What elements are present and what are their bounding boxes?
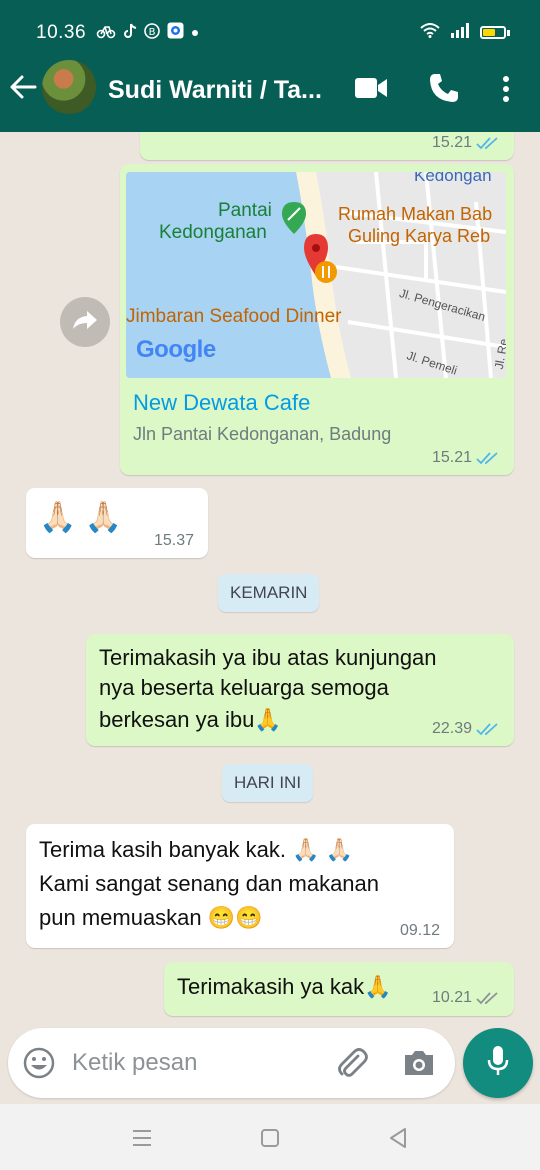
message-input[interactable]: [72, 1045, 322, 1081]
message-meta: 10.21: [432, 989, 500, 1007]
message-line: Kami sangat senang dan makanan: [39, 871, 380, 896]
read-ticks-icon: [476, 723, 498, 736]
bike-icon: [96, 23, 116, 44]
message-composer: [8, 1028, 455, 1098]
map-label: Jimbaran Seafood Dinner: [126, 306, 342, 327]
date-separator: KEMARIN: [218, 574, 320, 612]
chat-messages[interactable]: 15.21 Kedongan Pantai Kedonganan Rumah M…: [0, 132, 540, 1022]
contact-avatar[interactable]: [42, 60, 96, 114]
place-name[interactable]: New Dewata Cafe: [133, 390, 310, 416]
read-ticks-icon: [476, 452, 498, 465]
forward-icon: [72, 309, 98, 336]
delivered-ticks-icon: [476, 992, 498, 1005]
system-navigation-bar: [0, 1104, 540, 1170]
date-separator: HARI INI: [222, 764, 314, 802]
message-time: 15.21: [431, 134, 472, 151]
status-time: 10.36: [36, 22, 87, 43]
message-outgoing[interactable]: Terimakasih ya ibu atas kunjungan nya be…: [86, 634, 514, 746]
status-bar: 10.36 B: [0, 0, 540, 48]
map-label: Kedongan: [414, 172, 492, 185]
message-line: Terima kasih banyak kak. 🙏🏻 🙏🏻: [39, 837, 354, 862]
battery-icon: [480, 26, 506, 39]
notification-icons: B: [96, 22, 199, 44]
google-logo: Google: [136, 336, 216, 363]
map-label: Guling Karya Reb: [348, 226, 491, 246]
recent-apps-icon[interactable]: [130, 1126, 154, 1150]
microphone-icon: [486, 1045, 510, 1082]
chat-header: Sudi Warniti / Ta...: [0, 48, 540, 132]
message-time: 10.21: [431, 989, 472, 1006]
message-meta: 15.21: [432, 134, 500, 152]
more-options-icon[interactable]: [496, 74, 516, 104]
back-nav-icon[interactable]: [386, 1126, 410, 1150]
message-text: Terimakasih ya kak🙏: [177, 974, 392, 999]
restaurant-marker-icon: [315, 261, 337, 283]
contact-name[interactable]: Sudi Warniti / Ta...: [108, 76, 322, 105]
message-meta: 15.37: [154, 532, 194, 550]
svg-text:B: B: [149, 27, 156, 38]
message-incoming[interactable]: 🙏🏻 🙏🏻 15.37: [26, 488, 208, 558]
message-meta: 15.21: [432, 449, 500, 467]
message-text: 🙏🏻 🙏🏻: [39, 501, 123, 534]
tiktok-icon: [123, 23, 137, 44]
battery-tip: [507, 29, 510, 36]
place-address: Jln Pantai Kedonganan, Badung: [133, 424, 392, 444]
wifi-icon: [420, 22, 440, 43]
message-line: nya beserta keluarga semoga: [99, 675, 389, 700]
message-meta: 22.39: [432, 720, 500, 738]
map-label: Pantai: [218, 200, 272, 221]
attachment-icon[interactable]: [334, 1046, 370, 1082]
message-line: berkesan ya ibu🙏: [99, 707, 282, 732]
b-circle-icon: B: [144, 22, 160, 44]
read-ticks-icon: [476, 137, 498, 150]
signal-icon: [450, 22, 470, 43]
phone-call-icon[interactable]: [428, 72, 460, 104]
message-time: 15.21: [431, 449, 472, 466]
message-time: 09.12: [399, 922, 440, 939]
voice-record-button[interactable]: [463, 1028, 533, 1098]
map-label: Kedonganan: [159, 222, 267, 243]
message-time: 22.39: [431, 720, 472, 737]
dot-icon: [191, 24, 199, 42]
message-line: Terimakasih ya ibu atas kunjungan: [99, 645, 437, 670]
back-arrow-icon[interactable]: [8, 72, 38, 102]
message-line: pun memuaskan 😁😁: [39, 905, 263, 930]
app-icon: [167, 22, 184, 44]
forward-button[interactable]: [60, 297, 110, 347]
map-label: Rumah Makan Bab: [338, 204, 493, 224]
location-map[interactable]: Kedongan Pantai Kedonganan Rumah Makan B…: [126, 172, 506, 378]
video-call-icon[interactable]: [354, 76, 388, 100]
message-meta: 09.12: [400, 922, 440, 940]
home-icon[interactable]: [258, 1126, 282, 1150]
message-outgoing[interactable]: 15.21: [140, 132, 514, 160]
message-outgoing[interactable]: Terimakasih ya kak🙏 10.21: [164, 962, 514, 1016]
message-time: 15.37: [153, 532, 194, 549]
message-incoming[interactable]: Terima kasih banyak kak. 🙏🏻 🙏🏻 Kami sang…: [26, 824, 454, 948]
camera-icon[interactable]: [402, 1048, 436, 1078]
status-indicators: [420, 22, 510, 43]
location-message[interactable]: Kedongan Pantai Kedonganan Rumah Makan B…: [120, 164, 514, 475]
emoji-icon[interactable]: [22, 1046, 56, 1080]
